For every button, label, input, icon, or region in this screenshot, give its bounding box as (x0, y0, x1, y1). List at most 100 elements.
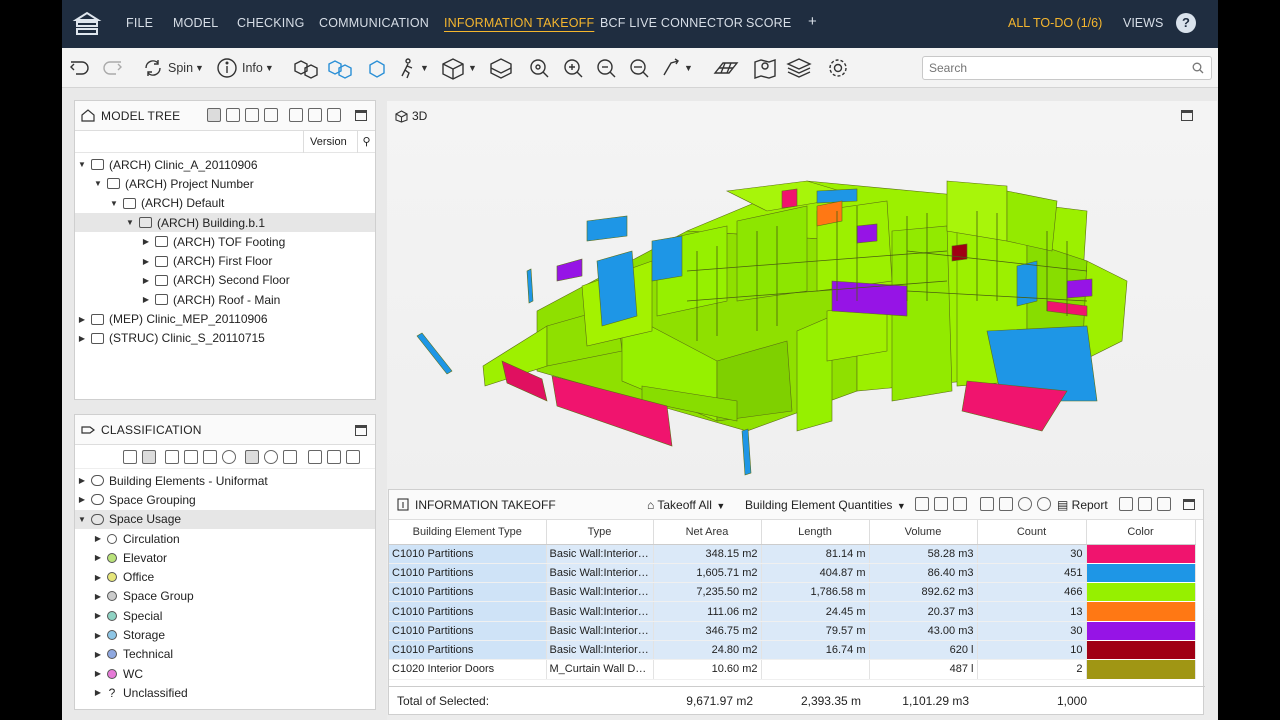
classification-row[interactable]: ▶ Space Grouping (75, 490, 375, 509)
tree-view-icon[interactable] (207, 108, 221, 122)
classification-row[interactable]: ▶ Building Elements - Uniformat (75, 471, 375, 490)
classification-row[interactable]: ▶ Technical (75, 645, 375, 664)
select-boxes-button[interactable] (292, 55, 320, 81)
view-cube-dropdown[interactable]: ▼ (440, 55, 477, 81)
gear-icon[interactable] (264, 450, 278, 464)
collapsed-icon[interactable]: ▶ (93, 611, 103, 620)
maximize-icon[interactable] (355, 425, 367, 436)
takeoff-all-dropdown[interactable]: ⌂ Takeoff All ▼ (647, 498, 725, 512)
cell-color-swatch[interactable] (1086, 640, 1196, 661)
menu-file[interactable]: FILE (126, 16, 153, 30)
tree-row[interactable]: ▼ (ARCH) Clinic_A_20110906 (75, 155, 375, 174)
collapsed-icon[interactable]: ▶ (93, 553, 103, 562)
new-takeoff-icon[interactable] (915, 497, 929, 511)
filter-tree-icon[interactable] (245, 108, 259, 122)
open-folder-icon[interactable] (953, 497, 967, 511)
col-type[interactable]: Type (546, 520, 654, 545)
classification-row[interactable]: ▶ Special (75, 606, 375, 625)
classification-row[interactable]: ▶ Elevator (75, 548, 375, 567)
collapsed-icon[interactable]: ▶ (141, 237, 151, 246)
takeoff-row[interactable]: C1010 Partitions Basic Wall:Interior ... 1… (389, 563, 1196, 584)
settings-button[interactable] (826, 55, 850, 81)
copy-classification-icon[interactable] (184, 450, 198, 464)
open-folder-icon[interactable] (203, 450, 217, 464)
hierarchy-icon[interactable] (123, 450, 137, 464)
walk-dropdown[interactable]: ▼ (396, 55, 429, 81)
menu-communication[interactable]: COMMUNICATION (319, 16, 429, 30)
collapsed-icon[interactable]: ▶ (77, 334, 87, 343)
link-icon[interactable]: ⚲ (357, 131, 375, 153)
tree-row[interactable]: ▼ (ARCH) Default (75, 194, 375, 213)
edit-icon[interactable] (283, 450, 297, 464)
tree-row[interactable]: ▶ (STRUC) Clinic_S_20110715 (75, 329, 375, 348)
expanded-icon[interactable]: ▼ (109, 199, 119, 208)
remove-model-icon[interactable] (308, 108, 322, 122)
classification-row[interactable]: ▶ WC (75, 664, 375, 683)
tree-row[interactable]: ▶ (ARCH) First Floor (75, 251, 375, 270)
collapsed-icon[interactable]: ▶ (77, 495, 87, 504)
collapsed-icon[interactable]: ▶ (141, 276, 151, 285)
classification-row-selected[interactable]: ▼ Space Usage (75, 509, 375, 529)
collapsed-icon[interactable]: ▶ (77, 315, 87, 324)
col-length[interactable]: Length (761, 520, 870, 545)
search-input[interactable] (922, 56, 1212, 80)
delete-icon[interactable] (1157, 497, 1171, 511)
takeoff-row[interactable]: C1010 Partitions Basic Wall:Interior ... 7… (389, 582, 1196, 603)
add-layout-button[interactable]: + (808, 13, 817, 30)
tree-row[interactable]: ▼ (ARCH) Project Number (75, 174, 375, 193)
classification-row[interactable]: ▶ Storage (75, 625, 375, 644)
menu-information-takeoff[interactable]: INFORMATION TAKEOFF (444, 16, 594, 30)
expanded-icon[interactable]: ▼ (77, 515, 87, 524)
collapsed-icon[interactable]: ▶ (141, 257, 151, 266)
classification-row[interactable]: ▶ Office (75, 567, 375, 586)
classification-row[interactable]: ▶? Unclassified (75, 683, 375, 702)
gear-icon[interactable] (1037, 497, 1051, 511)
expanded-icon[interactable]: ▼ (93, 179, 103, 188)
map-location-button[interactable] (752, 55, 778, 81)
cell-color-swatch[interactable] (1086, 582, 1196, 603)
remove-icon[interactable] (1138, 497, 1152, 511)
takeoff-row[interactable]: C1010 Partitions Basic Wall:Interior ... 1… (389, 601, 1196, 622)
zoom-out-button[interactable] (595, 55, 617, 81)
todo-counter[interactable]: ALL TO-DO (1/6) (1008, 16, 1102, 30)
info-dropdown[interactable]: Info ▼ (216, 55, 274, 81)
zoom-fit-button[interactable] (528, 55, 550, 81)
copy-takeoff-icon[interactable] (934, 497, 948, 511)
collapsed-icon[interactable]: ▶ (93, 669, 103, 678)
section-box-button[interactable] (488, 55, 514, 81)
takeoff-row[interactable]: C1010 Partitions Basic Wall:Interior ... 3… (389, 544, 1196, 564)
close-takeoff-icon[interactable] (1018, 497, 1032, 511)
tree-row[interactable]: ▶ (MEP) Clinic_MEP_20110906 (75, 309, 375, 328)
collapse-tree-icon[interactable] (264, 108, 278, 122)
add-icon[interactable] (1119, 497, 1133, 511)
export-icon[interactable] (980, 497, 994, 511)
collapsed-icon[interactable]: ▶ (93, 631, 103, 640)
close-classification-icon[interactable] (222, 450, 236, 464)
delete-model-icon[interactable] (327, 108, 341, 122)
cell-color-swatch[interactable] (1086, 621, 1196, 641)
help-icon[interactable]: ? (1176, 13, 1196, 33)
maximize-icon[interactable] (355, 110, 367, 121)
collapsed-icon[interactable]: ▶ (77, 476, 87, 485)
visibility-icon[interactable] (245, 450, 259, 464)
menu-bcf-live-connector[interactable]: BCF LIVE CONNECTOR (600, 16, 743, 30)
tree-row-selected[interactable]: ▼ (ARCH) Building.b.1 (75, 212, 375, 233)
cell-color-swatch[interactable] (1086, 601, 1196, 622)
collapsed-icon[interactable]: ▶ (93, 592, 103, 601)
report-button[interactable]: ▤ Report (1057, 498, 1108, 512)
cell-color-swatch[interactable] (1086, 544, 1196, 564)
cell-color-swatch[interactable] (1086, 659, 1196, 680)
solibri-logo-icon[interactable] (72, 10, 102, 38)
collapsed-icon[interactable]: ▶ (93, 573, 103, 582)
tree-row[interactable]: ▶ (ARCH) Roof - Main (75, 290, 375, 309)
tree-view-icon[interactable] (142, 450, 156, 464)
undo-button[interactable] (68, 55, 92, 81)
add-icon[interactable] (308, 450, 322, 464)
version-column-header[interactable]: Version (303, 131, 353, 153)
takeoff-row[interactable]: C1010 Partitions Basic Wall:Interior ... 2… (389, 640, 1196, 661)
menu-checking[interactable]: CHECKING (237, 16, 305, 30)
tree-row[interactable]: ▶ (ARCH) Second Floor (75, 271, 375, 290)
tree-row[interactable]: ▶ (ARCH) TOF Footing (75, 232, 375, 251)
search-icon[interactable] (1192, 62, 1204, 74)
quantities-dropdown[interactable]: Building Element Quantities ▼ (745, 498, 906, 512)
